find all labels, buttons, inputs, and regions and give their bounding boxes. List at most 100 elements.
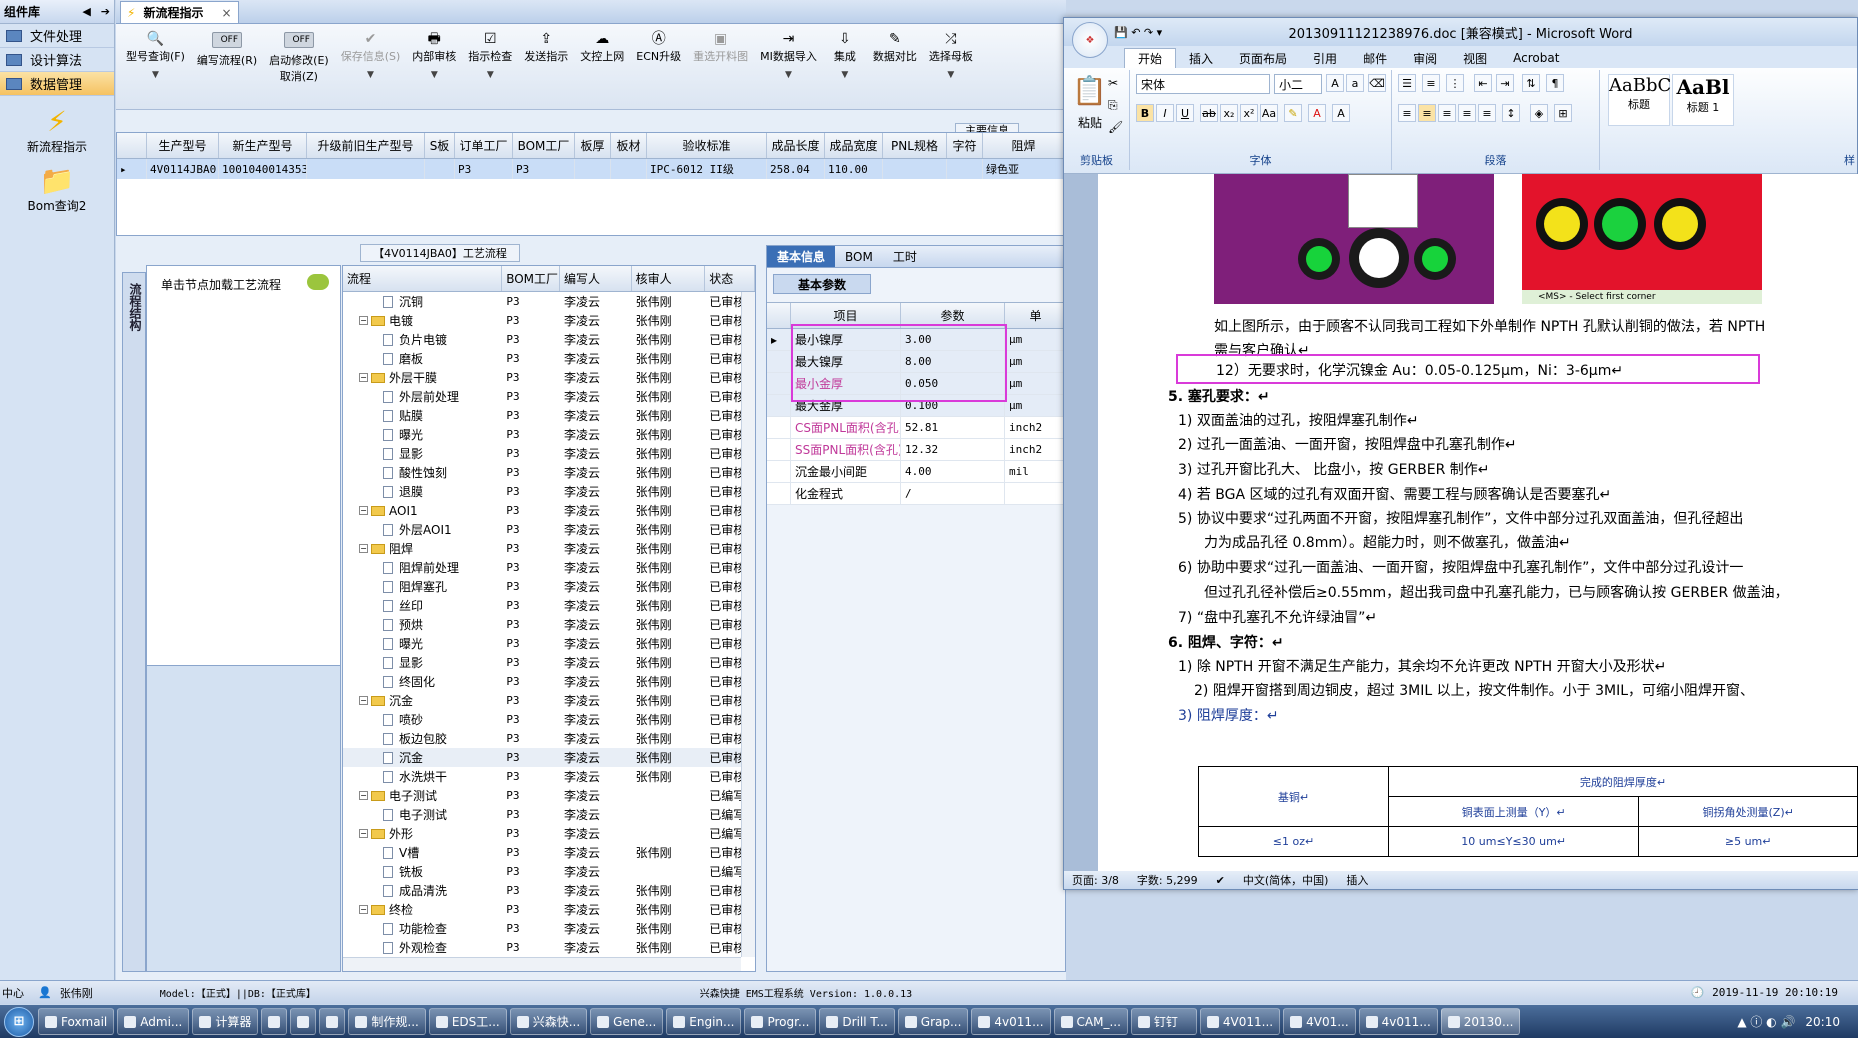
column-header[interactable]: 成品长度	[767, 133, 825, 158]
table-row[interactable]: 丝印 P3 李凌云 张伟刚 已审核	[343, 596, 755, 615]
taskbar-item[interactable]: Engin...	[666, 1008, 742, 1035]
decrease-indent-icon[interactable]: ⇤	[1474, 74, 1492, 92]
justify-icon[interactable]: ≡	[1458, 104, 1476, 122]
table-row[interactable]: 沉金最小间距 4.00 mil	[767, 461, 1067, 483]
sidebar-item-file-processing[interactable]: 文件处理	[0, 24, 114, 48]
collapse-toggle-icon[interactable]: −	[359, 791, 368, 800]
show-marks-icon[interactable]: ¶	[1546, 74, 1564, 92]
internal-review-button[interactable]: 🖶 内部审核 ▼	[406, 30, 462, 80]
tab-acrobat[interactable]: Acrobat	[1500, 48, 1572, 68]
collapse-toggle-icon[interactable]: −	[359, 316, 368, 325]
font-color-icon[interactable]: A	[1308, 104, 1326, 122]
table-row[interactable]: CS面PNL面积(含孔) 52.81 inch2	[767, 417, 1067, 439]
bold-icon[interactable]: B	[1136, 104, 1154, 122]
collapse-toggle-icon[interactable]: −	[359, 829, 368, 838]
tab-home[interactable]: 开始	[1124, 48, 1177, 68]
reselect-cut-drawing-button[interactable]: ▣ 重选开料图	[687, 30, 754, 64]
vertical-scrollbar[interactable]	[741, 292, 755, 957]
collapse-left-icon[interactable]: ◀	[82, 5, 90, 18]
line-spacing-icon[interactable]: ↕	[1502, 104, 1520, 122]
taskbar-item[interactable]: Grap...	[897, 1008, 969, 1035]
table-row[interactable]: 曝光 P3 李凌云 张伟刚 已审核	[343, 634, 755, 653]
table-row[interactable]: 外层AOI1 P3 李凌云 张伟刚 已审核	[343, 520, 755, 539]
collapse-toggle-icon[interactable]: −	[359, 696, 368, 705]
flow-structure-tree[interactable]: 单击节点加载工艺流程	[147, 266, 340, 666]
tab-layout[interactable]: 页面布局	[1226, 48, 1300, 68]
grow-font-icon[interactable]: A	[1326, 74, 1344, 92]
taskbar-item[interactable]: 兴森快...	[509, 1008, 588, 1035]
superscript-icon[interactable]: x²	[1240, 104, 1258, 122]
chevron-down-icon[interactable]: ▼	[152, 70, 159, 80]
taskbar-item[interactable]	[319, 1008, 346, 1035]
new-process-shortcut[interactable]: ⚡ 新流程指示	[0, 106, 114, 155]
tab-references[interactable]: 引用	[1300, 48, 1350, 68]
table-row[interactable]: V槽 P3 李凌云 张伟刚 已审核	[343, 843, 755, 862]
table-row[interactable]: 负片电镀 P3 李凌云 张伟刚 已审核	[343, 330, 755, 349]
subscript-icon[interactable]: x₂	[1220, 104, 1238, 122]
align-left-icon[interactable]: ≡	[1398, 104, 1416, 122]
taskbar-item[interactable]: EDS工...	[428, 1008, 507, 1035]
column-header[interactable]: 验收标准	[647, 133, 767, 158]
check-indication-button[interactable]: ☑ 指示检查 ▼	[462, 30, 518, 80]
column-header[interactable]: 编写人	[560, 266, 632, 291]
document-page[interactable]: <MS> - Select first corner 如上图所示，由于顾客不认同…	[1098, 174, 1858, 874]
taskbar-item[interactable]: Progr...	[744, 1008, 817, 1035]
table-row[interactable]: 外层前处理 P3 李凌云 张伟刚 已审核	[343, 387, 755, 406]
numbering-icon[interactable]: ≡	[1422, 74, 1440, 92]
collapse-toggle-icon[interactable]: −	[359, 905, 368, 914]
taskbar-item[interactable]: 钉钉	[1130, 1008, 1197, 1035]
copy-icon[interactable]: ⎘	[1108, 98, 1118, 113]
align-center-icon[interactable]: ≡	[1418, 104, 1436, 122]
font-name-select[interactable]: 宋体	[1136, 74, 1270, 94]
send-indication-button[interactable]: ⇪ 发送指示	[518, 30, 574, 64]
column-header[interactable]: 字符	[947, 133, 983, 158]
font-size-select[interactable]: 小二	[1274, 74, 1322, 94]
table-row[interactable]: 退膜 P3 李凌云 张伟刚 已审核	[343, 482, 755, 501]
table-row[interactable]: 阻焊前处理 P3 李凌云 张伟刚 已审核	[343, 558, 755, 577]
horizontal-scrollbar[interactable]	[343, 957, 741, 971]
taskbar-item[interactable]: 制作规...	[348, 1008, 426, 1035]
select-motherboard-button[interactable]: ⤮ 选择母板 ▼	[923, 30, 979, 80]
distributed-icon[interactable]: ≡	[1478, 104, 1496, 122]
shrink-font-icon[interactable]: a	[1346, 74, 1364, 92]
table-row[interactable]: 显影 P3 李凌云 张伟刚 已审核	[343, 444, 755, 463]
format-painter-icon[interactable]: 🖌	[1108, 120, 1123, 134]
tab-work-hours[interactable]: 工时	[883, 246, 927, 267]
borders-icon[interactable]: ⊞	[1554, 104, 1572, 122]
office-button-icon[interactable]: ❖	[1072, 22, 1108, 58]
table-row[interactable]: 功能检查 P3 李凌云 张伟刚 已审核	[343, 919, 755, 938]
column-header[interactable]: 单	[1005, 303, 1067, 328]
table-row[interactable]: 阻焊塞孔 P3 李凌云 张伟刚 已审核	[343, 577, 755, 596]
column-header[interactable]: 状态	[705, 266, 755, 291]
table-row[interactable]: 电子测试 P3 李凌云 已编写	[343, 805, 755, 824]
start-edit-toggle[interactable]: OFF 启动修改(E) 取消(Z)	[263, 30, 335, 84]
table-row[interactable]: 铣板 P3 李凌云 已编写	[343, 862, 755, 881]
table-row[interactable]: 外观检查 P3 李凌云 张伟刚 已审核	[343, 938, 755, 957]
taskbar-item[interactable]	[290, 1008, 317, 1035]
pin-icon[interactable]: ➔	[101, 5, 110, 18]
table-row[interactable]: − 沉金 P3 李凌云 张伟刚 已审核	[343, 691, 755, 710]
italic-icon[interactable]: I	[1156, 104, 1174, 122]
start-button[interactable]: ⊞	[4, 1006, 34, 1037]
taskbar-item[interactable]: CAM_...	[1053, 1008, 1128, 1035]
char-shading-icon[interactable]: A	[1332, 104, 1350, 122]
table-row[interactable]: 喷砂 P3 李凌云 张伟刚 已审核	[343, 710, 755, 729]
collapse-toggle-icon[interactable]: −	[359, 544, 368, 553]
data-compare-button[interactable]: ✎ 数据对比	[867, 30, 923, 64]
increase-indent-icon[interactable]: ⇥	[1496, 74, 1514, 92]
column-header[interactable]: S板	[425, 133, 455, 158]
taskbar-item[interactable]: Admi...	[117, 1008, 190, 1035]
align-right-icon[interactable]: ≡	[1438, 104, 1456, 122]
taskbar-item[interactable]	[261, 1008, 288, 1035]
table-row[interactable]: − 终检 P3 李凌云 张伟刚 已审核	[343, 900, 755, 919]
table-row[interactable]: 板边包胶 P3 李凌云 张伟刚 已审核	[343, 729, 755, 748]
table-row[interactable]: − 电镀 P3 李凌云 张伟刚 已审核	[343, 311, 755, 330]
paste-button[interactable]: 粘贴	[1078, 114, 1102, 131]
table-row[interactable]: − 外形 P3 李凌云 已编写	[343, 824, 755, 843]
sidebar-item-data-management[interactable]: 数据管理	[0, 72, 114, 96]
table-row[interactable]: 化金程式 /	[767, 483, 1067, 505]
highlight-icon[interactable]: ✎	[1284, 104, 1302, 122]
taskbar-item[interactable]: 4V011...	[1199, 1008, 1281, 1035]
integrate-button[interactable]: ⇩ 集成 ▼	[823, 30, 867, 80]
proofing-icon[interactable]: ✔	[1216, 874, 1225, 887]
